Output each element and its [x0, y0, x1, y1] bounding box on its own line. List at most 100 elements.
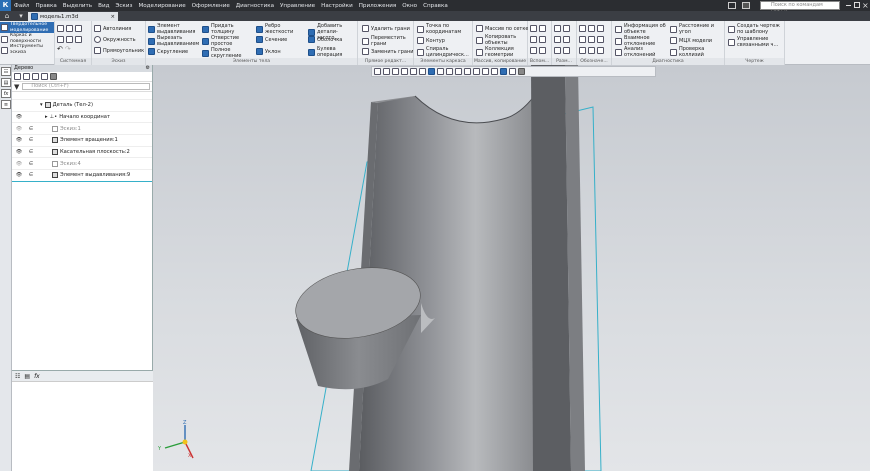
collapse-icon[interactable]: ▸	[45, 114, 48, 120]
zoom-icon[interactable]	[392, 68, 399, 75]
aux-line-icon[interactable]	[539, 36, 546, 43]
leader-icon[interactable]	[588, 25, 595, 32]
visibility-toggle-icon[interactable]	[464, 68, 471, 75]
mode-solid-modeling[interactable]: Твердотельное моделирование	[0, 22, 54, 33]
tree-structure-icon[interactable]	[14, 73, 21, 80]
autoline-button[interactable]: Автолиния	[94, 25, 131, 32]
menu-view[interactable]: Вид	[95, 3, 112, 9]
menu-select[interactable]: Выделить	[60, 3, 95, 9]
tree-search-input[interactable]: Поиск (Ctrl+F)	[22, 83, 150, 90]
save-all-icon[interactable]	[75, 36, 82, 43]
list-view-icon[interactable]: ▤	[24, 373, 30, 380]
selection-filter-icon[interactable]	[509, 68, 516, 75]
mass-props-button[interactable]: МЦХ модели	[670, 37, 712, 44]
tree-filter-view-icon[interactable]	[41, 73, 48, 80]
boolean-button[interactable]: Булева операция	[308, 46, 356, 58]
3d-viewport[interactable]: Y Z X	[153, 65, 870, 471]
circle-button[interactable]: Окружность	[94, 36, 136, 43]
rib-button[interactable]: Ребро жесткости	[256, 23, 308, 35]
extrude-button[interactable]: Элемент выдавливания	[148, 23, 202, 35]
menu-modeling[interactable]: Моделирование	[135, 3, 188, 9]
replace-faces-button[interactable]: Заменить грани	[362, 48, 413, 55]
display-mode-icon[interactable]	[428, 68, 435, 75]
new-file-icon[interactable]	[57, 25, 64, 32]
create-drawing-button[interactable]: Создать чертеж по шаблону	[728, 23, 784, 35]
draft-button[interactable]: Уклон	[256, 48, 281, 55]
document-tab[interactable]: модель1.m3d ×	[28, 12, 118, 21]
show-hidden-icon[interactable]	[473, 68, 480, 75]
save-icon[interactable]	[66, 36, 73, 43]
arc-dim-icon[interactable]	[554, 47, 561, 54]
orientation-icon[interactable]	[419, 68, 426, 75]
zoom-window-icon[interactable]	[383, 68, 390, 75]
tree-view-icon[interactable]: ☷	[15, 373, 20, 380]
maximize-icon[interactable]	[854, 2, 860, 8]
rotate-icon[interactable]	[410, 68, 417, 75]
point-by-coords-button[interactable]: Точка по координатам	[417, 23, 472, 35]
tree-layers-icon[interactable]	[50, 73, 57, 80]
fillet-button[interactable]: Скругление	[148, 48, 188, 55]
linked-drawings-button[interactable]: Управление связанными ч...	[728, 36, 784, 48]
weld-icon[interactable]	[588, 47, 595, 54]
object-info-button[interactable]: Информация об объекте	[615, 23, 670, 35]
expand-icon[interactable]: ▾	[40, 102, 43, 108]
menu-design[interactable]: Оформление	[189, 3, 233, 9]
menu-help[interactable]: Справка	[420, 3, 451, 9]
pan-icon[interactable]	[401, 68, 408, 75]
shell-button[interactable]: Оболочка	[308, 36, 342, 43]
tree-row-part[interactable]: ▾ Деталь (Тел-2)	[12, 100, 152, 112]
filter-view-icon[interactable]	[500, 68, 507, 75]
tree-row-extrude[interactable]: 👁 ∈ Элемент выдавливания:9	[12, 170, 152, 182]
menu-diagnostics[interactable]: Диагностика	[233, 3, 277, 9]
text-icon[interactable]	[588, 36, 595, 43]
zoom-fit-icon[interactable]	[374, 68, 381, 75]
section-view-icon[interactable]	[446, 68, 453, 75]
mode-frame-surfaces[interactable]: Каркас и поверхности	[1, 33, 54, 44]
cylindrical-spiral-button[interactable]: Спираль цилиндрическ...	[417, 46, 472, 58]
chain-dim-icon[interactable]	[563, 47, 570, 54]
aux-point-icon[interactable]	[530, 36, 537, 43]
visibility-icon[interactable]: 👁	[12, 137, 26, 143]
visibility-icon[interactable]: 👁	[12, 114, 26, 120]
formula-icon[interactable]: fx	[34, 373, 40, 380]
tolerance-icon[interactable]	[579, 36, 586, 43]
menu-management[interactable]: Управление	[277, 3, 318, 9]
filter-icon[interactable]: ▼	[14, 83, 19, 91]
angle-dim-icon[interactable]	[563, 25, 570, 32]
copy-objects-button[interactable]: Копировать объекты	[476, 34, 526, 46]
visibility-icon[interactable]: 👁	[12, 172, 26, 178]
collision-check-button[interactable]: Проверка коллизий	[670, 46, 724, 58]
diameter-dim-icon[interactable]	[563, 36, 570, 43]
menu-settings[interactable]: Настройки	[318, 3, 356, 9]
command-search-input[interactable]: Поиск по командам (Alt+/)	[760, 1, 840, 15]
rectangle-button[interactable]: Прямоугольник	[94, 47, 144, 54]
home-icon[interactable]: ⌂	[0, 11, 14, 21]
menu-edit[interactable]: Правка	[32, 3, 59, 9]
tree-row-sketch4[interactable]: 👁 ∈ Эскиз:4	[12, 158, 152, 171]
cut-extrude-button[interactable]: Вырезать выдавливанием	[148, 35, 202, 47]
perspective-icon[interactable]	[455, 68, 462, 75]
visibility-off-icon[interactable]: 👁	[12, 161, 26, 167]
tree-row-revolve[interactable]: 👁 ∈ Элемент вращения:1	[12, 135, 152, 147]
menu-apps[interactable]: Приложения	[356, 3, 400, 9]
undo-icon[interactable]: ↶	[57, 46, 63, 53]
tree-order-icon[interactable]	[23, 73, 30, 80]
grid-toggle-icon[interactable]	[491, 68, 498, 75]
aux-axis-icon[interactable]	[539, 25, 546, 32]
variables-panel-icon[interactable]: fx	[1, 89, 11, 98]
mode-sketch-tools[interactable]: Инструменты эскиза	[1, 44, 54, 55]
distance-angle-button[interactable]: Расстояние и угол	[670, 23, 724, 35]
tree-row-tangent-plane[interactable]: 👁 ∈ Касательная плоскость:2	[12, 147, 152, 159]
linear-dim-icon[interactable]	[554, 25, 561, 32]
shading-icon[interactable]	[437, 68, 444, 75]
delete-faces-button[interactable]: Удалить грани	[362, 25, 410, 32]
menu-sketch[interactable]: Эскиз	[112, 3, 135, 9]
minimize-icon[interactable]	[846, 5, 851, 6]
geometry-collection-button[interactable]: Коллекция геометрии	[476, 46, 526, 58]
folder-icon[interactable]	[75, 25, 82, 32]
thread-icon[interactable]	[579, 47, 586, 54]
model-canvas[interactable]	[153, 65, 870, 471]
app-logo-icon[interactable]: К	[0, 0, 11, 11]
settings-view-icon[interactable]	[518, 68, 525, 75]
layers-panel-icon[interactable]: ▤	[1, 78, 11, 87]
